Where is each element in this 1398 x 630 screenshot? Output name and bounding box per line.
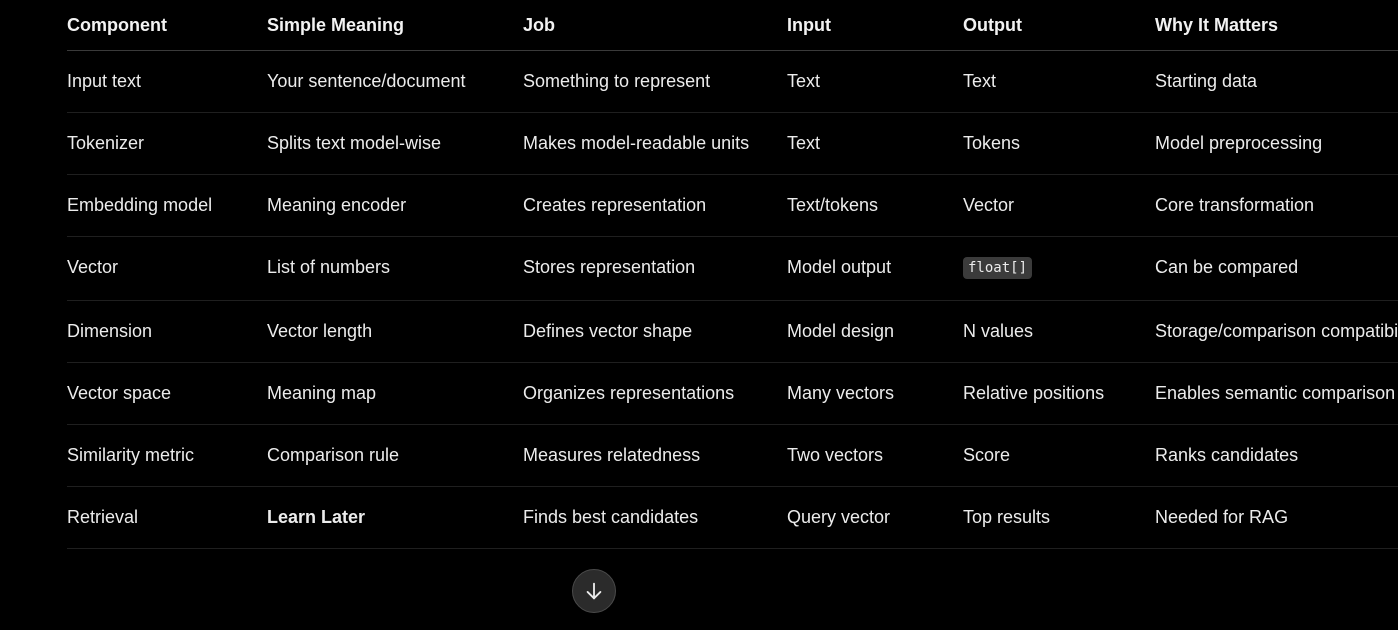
- table-row: Input text Your sentence/document Someth…: [67, 50, 1398, 113]
- cell-simple-meaning: Meaning encoder: [267, 174, 523, 237]
- cell-simple-meaning: Your sentence/document: [267, 50, 523, 113]
- header-why-it-matters: Why It Matters: [1155, 0, 1398, 51]
- cell-simple-meaning: Comparison rule: [267, 424, 523, 487]
- cell-simple-meaning: Meaning map: [267, 362, 523, 425]
- cell-simple-meaning: Vector length: [267, 300, 523, 363]
- arrow-down-icon: [583, 580, 605, 602]
- table-row: Similarity metric Comparison rule Measur…: [67, 424, 1398, 487]
- table-row: Tokenizer Splits text model-wise Makes m…: [67, 112, 1398, 175]
- cell-input: Text: [787, 50, 963, 113]
- cell-job: Defines vector shape: [523, 300, 787, 363]
- cell-component: Retrieval: [67, 486, 267, 549]
- scroll-to-bottom-button[interactable]: [572, 569, 616, 613]
- cell-why-it-matters: Ranks candidates: [1155, 424, 1398, 487]
- cell-why-it-matters: Core transformation: [1155, 174, 1398, 237]
- header-job: Job: [523, 0, 787, 51]
- cell-component: Embedding model: [67, 174, 267, 237]
- cell-job: Finds best candidates: [523, 486, 787, 549]
- cell-simple-meaning: List of numbers: [267, 236, 523, 301]
- cell-input: Text: [787, 112, 963, 175]
- cell-output: Relative positions: [963, 362, 1155, 425]
- table-row: Vector List of numbers Stores representa…: [67, 236, 1398, 301]
- cell-simple-meaning: Learn Later: [267, 486, 523, 549]
- cell-component: Dimension: [67, 300, 267, 363]
- table-row: Dimension Vector length Defines vector s…: [67, 300, 1398, 363]
- cell-output: Score: [963, 424, 1155, 487]
- cell-input: Model output: [787, 236, 963, 301]
- cell-job: Something to represent: [523, 50, 787, 113]
- inline-code: float[]: [963, 257, 1033, 279]
- header-component: Component: [67, 0, 267, 51]
- cell-component: Similarity metric: [67, 424, 267, 487]
- cell-output: Top results: [963, 486, 1155, 549]
- cell-input: Query vector: [787, 486, 963, 549]
- cell-why-it-matters: Model preprocessing: [1155, 112, 1398, 175]
- cell-output: float[]: [963, 236, 1155, 301]
- cell-job: Organizes representations: [523, 362, 787, 425]
- cell-component: Vector space: [67, 362, 267, 425]
- cell-why-it-matters: Starting data: [1155, 50, 1398, 113]
- cell-input: Text/tokens: [787, 174, 963, 237]
- cell-input: Model design: [787, 300, 963, 363]
- cell-job: Measures relatedness: [523, 424, 787, 487]
- table-row: Embedding model Meaning encoder Creates …: [67, 174, 1398, 237]
- cell-component: Input text: [67, 50, 267, 113]
- cell-why-it-matters: Can be compared: [1155, 236, 1398, 301]
- cell-why-it-matters: Needed for RAG: [1155, 486, 1398, 549]
- cell-output: Text: [963, 50, 1155, 113]
- cell-component: Vector: [67, 236, 267, 301]
- cell-job: Stores representation: [523, 236, 787, 301]
- cell-output: Tokens: [963, 112, 1155, 175]
- table-header-row: Component Simple Meaning Job Input Outpu…: [67, 0, 1398, 51]
- header-simple-meaning: Simple Meaning: [267, 0, 523, 51]
- cell-output: Vector: [963, 174, 1155, 237]
- cell-job: Makes model-readable units: [523, 112, 787, 175]
- comparison-table-container: Component Simple Meaning Job Input Outpu…: [67, 0, 1398, 630]
- table-row: Vector space Meaning map Organizes repre…: [67, 362, 1398, 425]
- table-row: Retrieval Learn Later Finds best candida…: [67, 486, 1398, 549]
- header-output: Output: [963, 0, 1155, 51]
- cell-simple-meaning: Splits text model-wise: [267, 112, 523, 175]
- cell-why-it-matters: Storage/comparison compatibility: [1155, 300, 1398, 363]
- cell-why-it-matters: Enables semantic comparison: [1155, 362, 1398, 425]
- cell-input: Two vectors: [787, 424, 963, 487]
- components-table: Component Simple Meaning Job Input Outpu…: [67, 0, 1398, 549]
- cell-job: Creates representation: [523, 174, 787, 237]
- cell-component: Tokenizer: [67, 112, 267, 175]
- header-input: Input: [787, 0, 963, 51]
- cell-input: Many vectors: [787, 362, 963, 425]
- cell-output: N values: [963, 300, 1155, 363]
